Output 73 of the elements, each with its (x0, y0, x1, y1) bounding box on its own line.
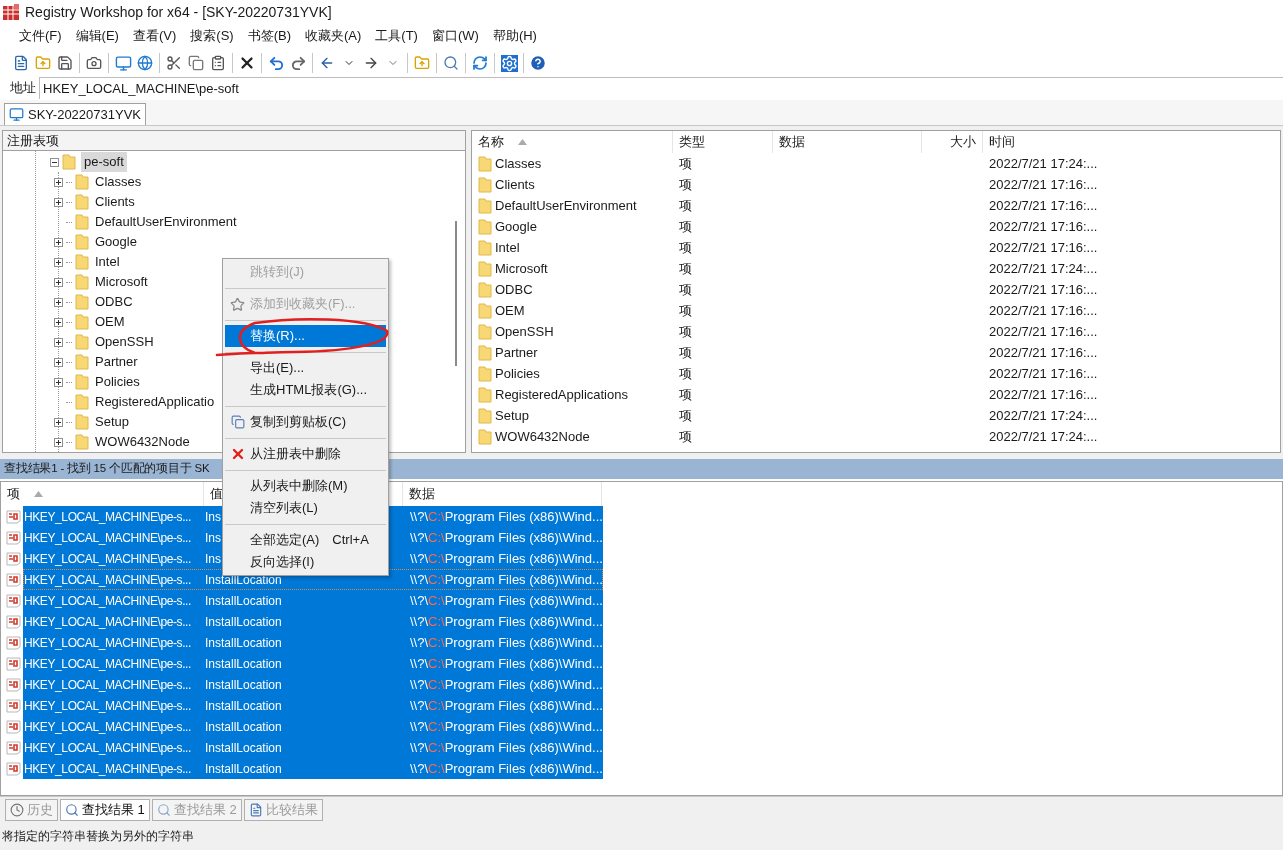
result-cell-text: \\?\C:\Program Files (x86)\Wind... (409, 591, 603, 610)
result-cell-text: Ins (205, 508, 221, 526)
list-cell: 2022/7/21 17:24:... (989, 260, 1098, 276)
list-cell: 项 (679, 407, 692, 423)
result-cell-text: \\?\C:\Program Files (x86)\Wind... (409, 570, 603, 589)
result-cell-text: InstallLocation (205, 592, 282, 610)
result-cell-text: \\?\C:\Program Files (x86)\Wind... (409, 717, 603, 736)
column-header: 注册表项 (3, 131, 465, 151)
result-cell-text: InstallLocation (205, 634, 282, 652)
list-cell: 项 (679, 281, 692, 297)
result-cell-text: HKEY_LOCAL_MACHINE\pe-s... (24, 760, 191, 778)
list-cell: 项 (679, 365, 692, 381)
list-cell: 2022/7/21 17:16:... (989, 197, 1098, 213)
result-cell-text: InstallLocation (205, 571, 282, 589)
result-cell-text: InstallLocation (205, 739, 282, 757)
list-cell: 项 (679, 344, 692, 360)
result-cell-text: Ins (205, 529, 221, 547)
list-cell: 2022/7/21 17:16:... (989, 302, 1098, 318)
list-cell: 2022/7/21 17:24:... (989, 428, 1098, 444)
status-text: 将指定的字符串替换为另外的字符串 (2, 828, 194, 845)
list-cell: 项 (679, 428, 692, 444)
result-cell-text: HKEY_LOCAL_MACHINE\pe-s... (24, 655, 191, 673)
list-cell: 项 (679, 155, 692, 171)
list-cell: 2022/7/21 17:16:... (989, 281, 1098, 297)
result-cell-text: HKEY_LOCAL_MACHINE\pe-s... (24, 529, 191, 547)
result-cell-text: HKEY_LOCAL_MACHINE\pe-s... (24, 508, 191, 526)
list-cell: 2022/7/21 17:16:... (989, 239, 1098, 255)
list-cell: 2022/7/21 17:16:... (989, 386, 1098, 402)
list-cell: 项 (679, 302, 692, 318)
result-cell-text: HKEY_LOCAL_MACHINE\pe-s... (24, 613, 191, 631)
result-cell-text: HKEY_LOCAL_MACHINE\pe-s... (24, 571, 191, 589)
list-cell: 2022/7/21 17:16:... (989, 176, 1098, 192)
result-cell-text: \\?\C:\Program Files (x86)\Wind... (409, 633, 603, 652)
result-cell-text: InstallLocation (205, 697, 282, 715)
list-cell: 项 (679, 323, 692, 339)
list-cell: 2022/7/21 17:16:... (989, 344, 1098, 360)
list-cell: 项 (679, 197, 692, 213)
result-cell-text: \\?\C:\Program Files (x86)\Wind... (409, 675, 603, 694)
result-cell-text: InstallLocation (205, 718, 282, 736)
list-cell: 2022/7/21 17:24:... (989, 407, 1098, 423)
shortcut-text: Ctrl+A (332, 531, 369, 550)
result-cell-text: HKEY_LOCAL_MACHINE\pe-s... (24, 718, 191, 736)
result-cell-text: \\?\C:\Program Files (x86)\Wind... (409, 759, 603, 778)
result-cell-text: HKEY_LOCAL_MACHINE\pe-s... (24, 592, 191, 610)
result-cell-text: HKEY_LOCAL_MACHINE\pe-s... (24, 697, 191, 715)
list-cell: 2022/7/21 17:16:... (989, 323, 1098, 339)
list-cell: 项 (679, 260, 692, 276)
result-cell-text: \\?\C:\Program Files (x86)\Wind... (409, 612, 603, 631)
result-cell-text: \\?\C:\Program Files (x86)\Wind... (409, 738, 603, 757)
list-cell: 2022/7/21 17:16:... (989, 365, 1098, 381)
result-cell-text: \\?\C:\Program Files (x86)\Wind... (409, 696, 603, 715)
list-cell: 项 (679, 386, 692, 402)
result-cell-text: Ins (205, 550, 221, 568)
result-cell-text: InstallLocation (205, 613, 282, 631)
result-cell-text: HKEY_LOCAL_MACHINE\pe-s... (24, 739, 191, 757)
list-cell: 2022/7/21 17:24:... (989, 155, 1098, 171)
result-cell-text: \\?\C:\Program Files (x86)\Wind... (409, 549, 603, 568)
result-cell-text: InstallLocation (205, 760, 282, 778)
result-cell-text: \\?\C:\Program Files (x86)\Wind... (409, 528, 603, 547)
address-label: 地址 (10, 79, 36, 98)
list-cell: 2022/7/21 17:16:... (989, 218, 1098, 234)
result-cell-text: \\?\C:\Program Files (x86)\Wind... (409, 654, 603, 673)
list-cell: 项 (679, 218, 692, 234)
result-cell-text: HKEY_LOCAL_MACHINE\pe-s... (24, 550, 191, 568)
result-cell-text: InstallLocation (205, 676, 282, 694)
list-cell: 项 (679, 176, 692, 192)
result-cell-text: \\?\C:\Program Files (x86)\Wind... (409, 507, 603, 526)
result-cell-text: HKEY_LOCAL_MACHINE\pe-s... (24, 634, 191, 652)
list-cell: 项 (679, 239, 692, 255)
result-cell-text: HKEY_LOCAL_MACHINE\pe-s... (24, 676, 191, 694)
results-title: 查找结果1 - 找到 15 个匹配的项目于 SK (4, 461, 210, 477)
window-title: Registry Workshop for x64 - [SKY-20220731YVK] (25, 2, 332, 22)
result-cell-text: InstallLocation (205, 655, 282, 673)
